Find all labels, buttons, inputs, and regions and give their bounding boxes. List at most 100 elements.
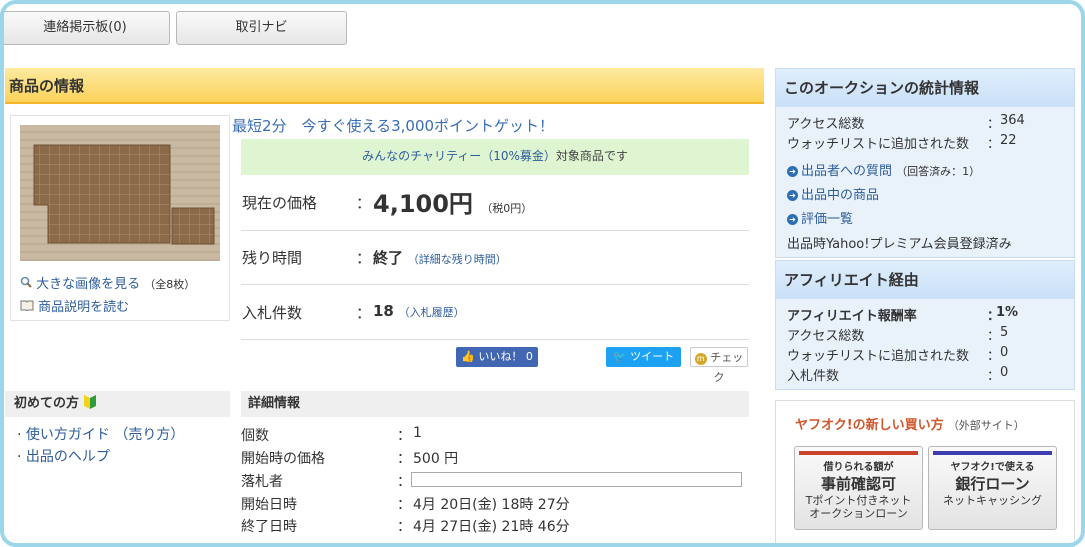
beginner-links: · 使い方ガイド （売り方） · 出品のヘルプ [17, 424, 184, 466]
stats-colon: ： [987, 137, 1001, 152]
image-panel: 大きな画像を見る （全8枚） 商品説明を読む [10, 115, 230, 321]
affiliate-colon: ： [987, 369, 1001, 384]
loan-top: 借りられる額が [823, 462, 894, 473]
help-link[interactable]: 出品のヘルプ [26, 449, 110, 465]
current-price: 4,100円 （税0円） [373, 184, 532, 219]
check-label: チェック [710, 351, 744, 384]
bank-loan-button[interactable]: ヤフオク!で使える 銀行ローン ネットキャッシング [928, 446, 1057, 530]
time-label: 残り時間 [242, 249, 303, 267]
large-image-row: 大きな画像を見る （全8枚） [20, 273, 195, 292]
premium-note: 出品時Yahoo!プレミアム会員登録済み [787, 237, 1012, 252]
detail-label: 個数 [241, 428, 269, 444]
affiliate-value: 1% [996, 305, 1019, 320]
loan-sub2: オークションローン [809, 507, 908, 520]
bids-label: 入札件数 [242, 304, 303, 322]
price-value: 4,100円 [373, 190, 473, 218]
arrow-circle-icon: ➔ [787, 214, 798, 225]
like-button[interactable]: 👍 いいね！ 0 [456, 347, 538, 367]
question-row: ➔ 出品者への質問 （回答済み：1） [787, 160, 980, 179]
tax-note: （税0円） [481, 202, 533, 215]
detail-colon: ： [397, 497, 411, 513]
thumbs-up-icon: 👍 [461, 350, 475, 363]
bank-loan-top: ヤフオク!で使える [950, 462, 1035, 473]
rating-link[interactable]: 評価一覧 [801, 212, 853, 227]
detail-value: 1 [413, 425, 422, 441]
beginner-mark-icon [83, 393, 96, 409]
book-icon [20, 299, 34, 312]
affiliate-colon: ： [987, 349, 1001, 364]
divider [241, 284, 749, 285]
bank-loan-sub1: ネットキャッシング [943, 494, 1042, 507]
stats-access-label: アクセス総数 [787, 117, 865, 132]
detail-value: 500 円 [413, 451, 459, 467]
arrow-circle-icon: ➔ [787, 190, 798, 201]
trade-navi-button[interactable]: 取引ナビ [176, 11, 347, 45]
product-image[interactable] [20, 125, 220, 261]
loan-button[interactable]: 借りられる額が 事前確認可 Tポイント付きネット オークションローン [794, 446, 923, 530]
bid-history-link[interactable]: （入札履歴） [399, 306, 465, 319]
stats-colon: ： [987, 117, 1001, 132]
affiliate-value: 0 [1000, 345, 1009, 360]
stats-title: このオークションの統計情報 [776, 69, 1074, 107]
mixi-check-icon: m [694, 353, 707, 365]
like-label: いいね！ 0 [478, 350, 533, 363]
product-info-header: 商品の情報 [5, 68, 764, 104]
time-colon: ： [356, 249, 372, 267]
tweet-button[interactable]: 🐦 ツイート [606, 347, 681, 367]
detail-label: 落札者 [241, 474, 283, 490]
detail-colon: ： [397, 474, 411, 490]
price-colon: ： [356, 194, 372, 212]
time-value-row: 終了 （詳細な残り時間） [373, 247, 507, 268]
bank-loan-main: 銀行ローン [955, 475, 1030, 493]
loan-main: 事前確認可 [820, 475, 896, 493]
guide-link[interactable]: 使い方ガイド （売り方） [26, 427, 184, 443]
large-image-link[interactable]: 大きな画像を見る [36, 277, 140, 292]
affiliate-label: アクセス総数 [787, 329, 865, 344]
time-detail-link[interactable]: （詳細な残り時間） [408, 253, 507, 266]
stats-access-value: 364 [1000, 113, 1025, 128]
red-accent-bar [799, 451, 918, 455]
description-link[interactable]: 商品説明を読む [38, 300, 129, 315]
promo-link[interactable]: 最短2分 今すぐ使える3,000ポイントゲット！ [232, 115, 554, 136]
bids-value-row: 18 （入札履歴） [373, 302, 465, 320]
description-row: 商品説明を読む [20, 296, 129, 315]
listing-link[interactable]: 出品中の商品 [801, 188, 879, 203]
affiliate-colon: ： [987, 329, 1001, 344]
list-item: · 使い方ガイド （売り方） [17, 427, 185, 443]
divider [241, 230, 749, 231]
tweet-label: ツイート [630, 350, 675, 363]
stats-watch-label: ウォッチリストに追加された数 [787, 137, 970, 152]
detail-colon: ： [397, 519, 411, 535]
new-way-title: ヤフオク!の新しい買い方 [795, 418, 944, 433]
arrow-circle-icon: ➔ [787, 166, 798, 177]
affiliate-label: アフィリエイト報酬率 [787, 309, 917, 324]
affiliate-title: アフィリエイト経由 [776, 261, 1074, 299]
time-value: 終了 [373, 249, 404, 267]
loan-sub1: Tポイント付きネット [805, 494, 912, 507]
charity-banner: みんなのチャリティー（10%募金）対象商品です [241, 139, 749, 175]
magnifier-icon [20, 276, 32, 288]
blue-accent-bar [933, 451, 1052, 455]
bids-value: 18 [373, 302, 394, 320]
rating-row: ➔ 評価一覧 [787, 208, 853, 227]
affiliate-value: 0 [1000, 365, 1009, 380]
detail-colon: ： [397, 428, 411, 444]
affiliate-label: ウォッチリストに追加された数 [787, 349, 970, 364]
large-image-count: （全8枚） [144, 278, 196, 291]
list-item: · 出品のヘルプ [17, 449, 110, 465]
message-board-button[interactable]: 連絡掲示板(0) [0, 11, 170, 45]
question-link[interactable]: 出品者への質問 [801, 164, 892, 179]
details-header: 詳細情報 [241, 391, 749, 417]
charity-link[interactable]: みんなのチャリティー（10%募金） [362, 149, 556, 163]
beginner-header: 初めての方 [5, 391, 230, 417]
detail-label: 開始日時 [241, 497, 297, 513]
divider [241, 339, 749, 340]
detail-label: 開始時の価格 [241, 451, 325, 467]
price-label: 現在の価格 [242, 194, 318, 212]
question-note: （回答済み：1） [896, 165, 981, 178]
winner-field [411, 472, 742, 487]
affiliate-value: 5 [1000, 325, 1009, 340]
detail-value: 4月 20日(金) 18時 27分 [413, 497, 570, 513]
bids-colon: ： [356, 304, 372, 322]
mixi-check-button[interactable]: m チェック [690, 347, 748, 384]
